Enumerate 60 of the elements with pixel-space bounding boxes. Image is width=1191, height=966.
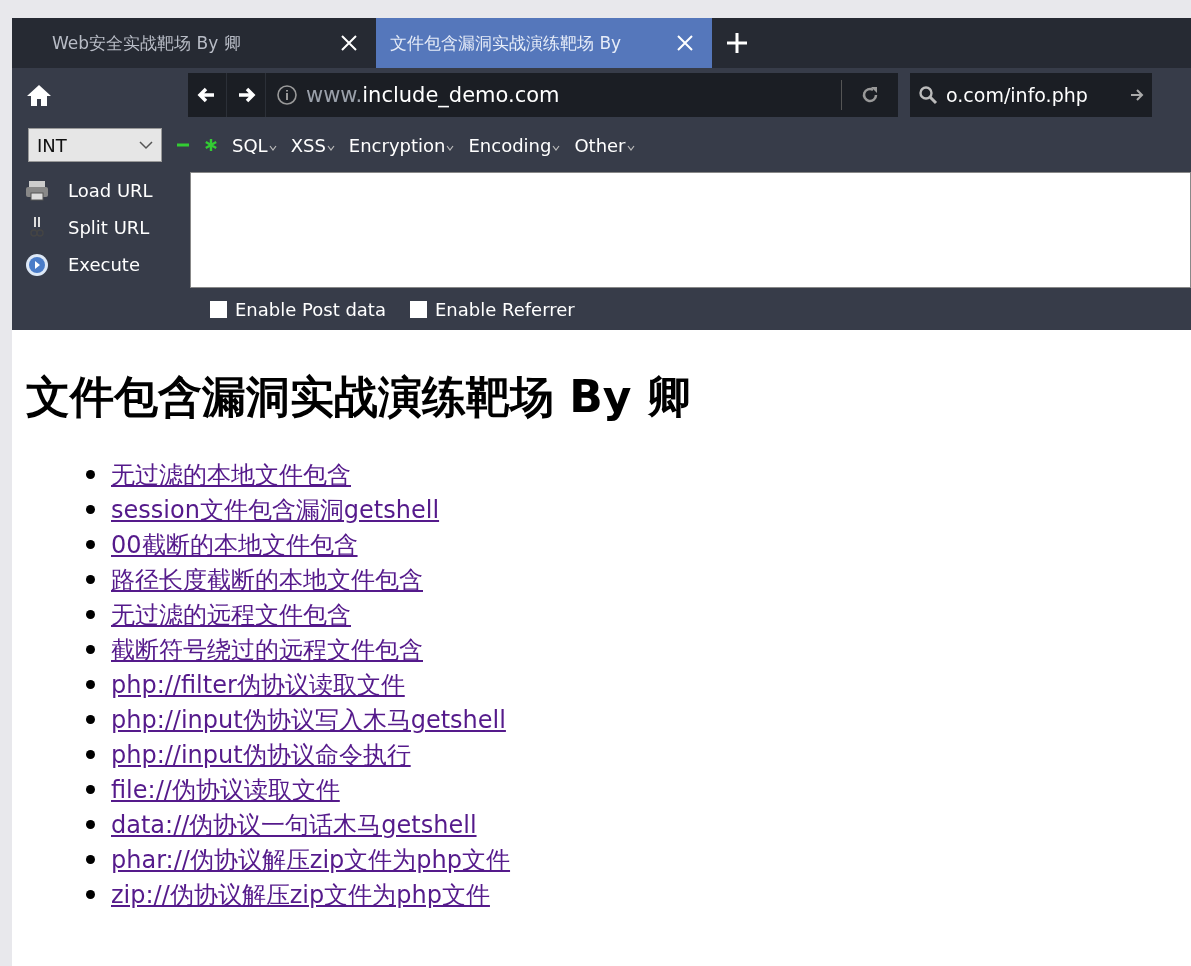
- caret-icon: [268, 145, 277, 151]
- page-heading: 文件包含漏洞实战演练靶场 By 卿: [26, 370, 692, 424]
- close-icon[interactable]: [340, 34, 358, 52]
- link[interactable]: 截断符号绕过的远程文件包含: [111, 633, 423, 666]
- link[interactable]: zip://伪协议解压zip文件为php文件: [111, 878, 490, 911]
- hackbar-action[interactable]: Split URL: [24, 209, 186, 246]
- link[interactable]: session文件包含漏洞getshell: [111, 493, 440, 526]
- search-icon: [918, 85, 938, 105]
- url-text: www.include_demo.com: [306, 83, 561, 107]
- link[interactable]: data://伪协议一句话木马getshell: [111, 808, 477, 841]
- type-select[interactable]: INT: [28, 128, 162, 162]
- checkbox-label: Enable Post data: [235, 298, 386, 320]
- bullet: [86, 715, 95, 724]
- menu-item[interactable]: Other: [574, 134, 635, 156]
- bullet: [86, 645, 95, 654]
- bullet: [86, 855, 95, 864]
- caret-icon: [626, 145, 635, 151]
- info-icon[interactable]: [276, 84, 298, 106]
- checkbox-label: Enable Referrer: [434, 298, 575, 320]
- play-icon: [24, 251, 50, 278]
- checkbox[interactable]: [210, 300, 227, 318]
- link[interactable]: phar://伪协议解压zip文件为php文件: [111, 843, 511, 876]
- search-field[interactable]: o.com/info.php: [910, 73, 1152, 117]
- bullet: [86, 610, 95, 619]
- bullet: [86, 540, 95, 549]
- menu-item[interactable]: Encryption: [348, 134, 455, 156]
- link[interactable]: 无过滤的本地文件包含: [111, 458, 351, 491]
- bullet: [86, 785, 95, 794]
- bullet: [86, 505, 95, 514]
- hackbar-action[interactable]: Execute: [24, 246, 186, 283]
- tab[interactable]: Web安全实战靶场 By 卿: [12, 18, 376, 68]
- chevron-icon: [139, 140, 153, 150]
- bullet: [86, 575, 95, 584]
- checkbox[interactable]: [409, 300, 427, 318]
- home-icon[interactable]: [26, 83, 52, 107]
- caret-icon: [446, 145, 455, 151]
- reload-icon[interactable]: [860, 85, 880, 105]
- link[interactable]: php://input伪协议写入木马getshell: [111, 703, 506, 736]
- address-bar[interactable]: www.include_demo.com: [188, 73, 898, 117]
- tab[interactable]: 文件包含漏洞实战演练靶场 By: [376, 18, 712, 68]
- caret-icon: [326, 145, 335, 151]
- menu-item[interactable]: Encoding: [468, 134, 561, 156]
- bullet: [86, 470, 95, 479]
- link[interactable]: 00截断的本地文件包含: [111, 528, 358, 561]
- link[interactable]: 无过滤的远程文件包含: [111, 598, 351, 631]
- link[interactable]: php://input伪协议命令执行: [111, 738, 411, 771]
- link[interactable]: php://filter伪协议读取文件: [111, 668, 405, 701]
- bullet: [86, 680, 95, 689]
- link[interactable]: 路径长度截断的本地文件包含: [111, 563, 423, 596]
- asterisk-icon[interactable]: [204, 138, 218, 152]
- bullet: [86, 820, 95, 829]
- bullet: [86, 750, 95, 759]
- plus-icon[interactable]: [726, 32, 748, 54]
- link[interactable]: file://伪协议读取文件: [111, 773, 340, 806]
- go-icon[interactable]: [1130, 88, 1144, 102]
- bullet: [86, 890, 95, 899]
- caret-icon: [552, 145, 561, 151]
- menu-item[interactable]: SQL: [232, 134, 277, 156]
- menu-item[interactable]: XSS: [290, 134, 335, 156]
- hackbar-action[interactable]: Load URL: [24, 172, 186, 209]
